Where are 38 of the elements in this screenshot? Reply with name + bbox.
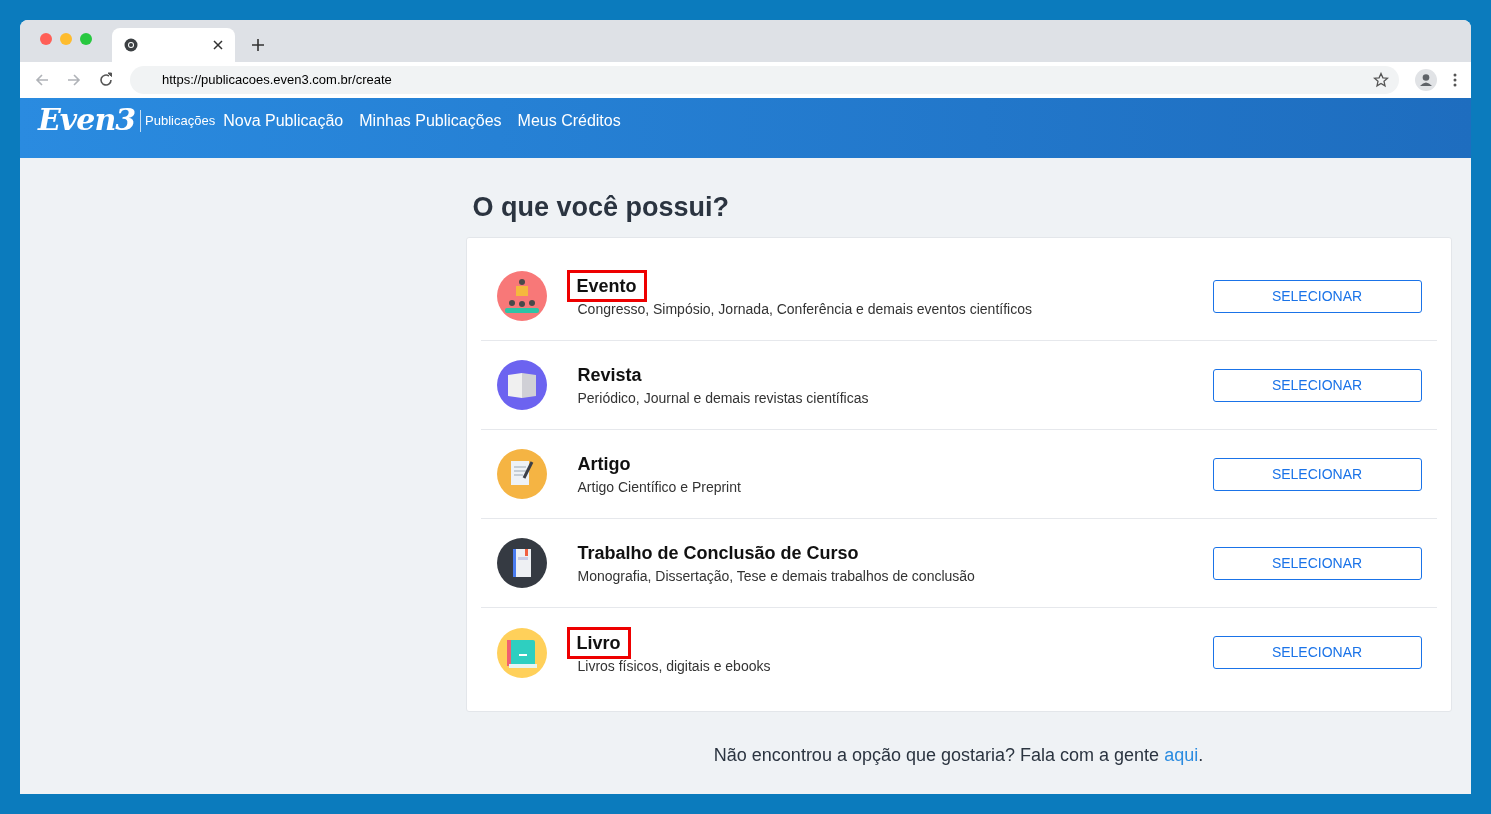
magazine-icon [496, 360, 547, 410]
menu-icon[interactable] [1453, 73, 1457, 87]
document-pen-icon [496, 449, 547, 499]
select-button[interactable]: SELECIONAR [1212, 368, 1422, 402]
book-icon [496, 627, 547, 678]
select-button[interactable]: SELECIONAR [1212, 546, 1422, 580]
nav-link[interactable]: Meus Créditos [517, 110, 621, 132]
option-title: Trabalho de Conclusão de Curso [577, 542, 859, 565]
option-title: Revista [577, 364, 642, 387]
new-tab-icon[interactable] [251, 38, 265, 52]
option-title: Livro [569, 629, 628, 656]
browser-logo-icon [124, 38, 138, 52]
page-heading: O que você possui? [471, 191, 731, 223]
browser-tab[interactable] [112, 28, 235, 62]
option-description: Congresso, Simpósio, Jornada, Conferência e demais eventos científicos [577, 300, 1032, 319]
option-description: Monografia, Dissertação, Tese e demais trabalhos de conclusão [577, 567, 975, 586]
select-button[interactable]: SELECIONAR [1212, 636, 1422, 669]
option-title: Evento [569, 273, 644, 299]
option-description: Artigo Científico e Preprint [577, 478, 741, 497]
help-text: Não encontrou a opção que gostaria? Fala com a gente aqui. [712, 744, 1205, 767]
star-icon[interactable] [1373, 72, 1389, 88]
nav-link[interactable]: Nova Publicação [223, 110, 344, 132]
contact-link[interactable]: aqui [1164, 745, 1199, 765]
close-icon[interactable] [213, 40, 223, 50]
select-button[interactable]: SELECIONAR [1212, 279, 1422, 313]
option-description: Livros físicos, digitais e ebooks [577, 656, 771, 676]
reload-icon[interactable] [98, 72, 114, 88]
address-bar[interactable]: https://publicacoes.even3.com.br/create [130, 66, 1399, 94]
option-title: Artigo [577, 453, 631, 476]
profile-icon[interactable] [1415, 69, 1437, 91]
book-icon [496, 538, 547, 588]
event-icon [496, 271, 547, 321]
select-button[interactable]: SELECIONAR [1212, 457, 1422, 491]
url-text: https://publicacoes.even3.com.br/create [162, 71, 393, 90]
section-label: Publicações [140, 110, 216, 132]
logo[interactable]: Even3 [38, 105, 136, 135]
option-description: Periódico, Journal e demais revistas científicas [577, 389, 869, 408]
nav-link[interactable]: Minhas Publicações [359, 110, 502, 132]
